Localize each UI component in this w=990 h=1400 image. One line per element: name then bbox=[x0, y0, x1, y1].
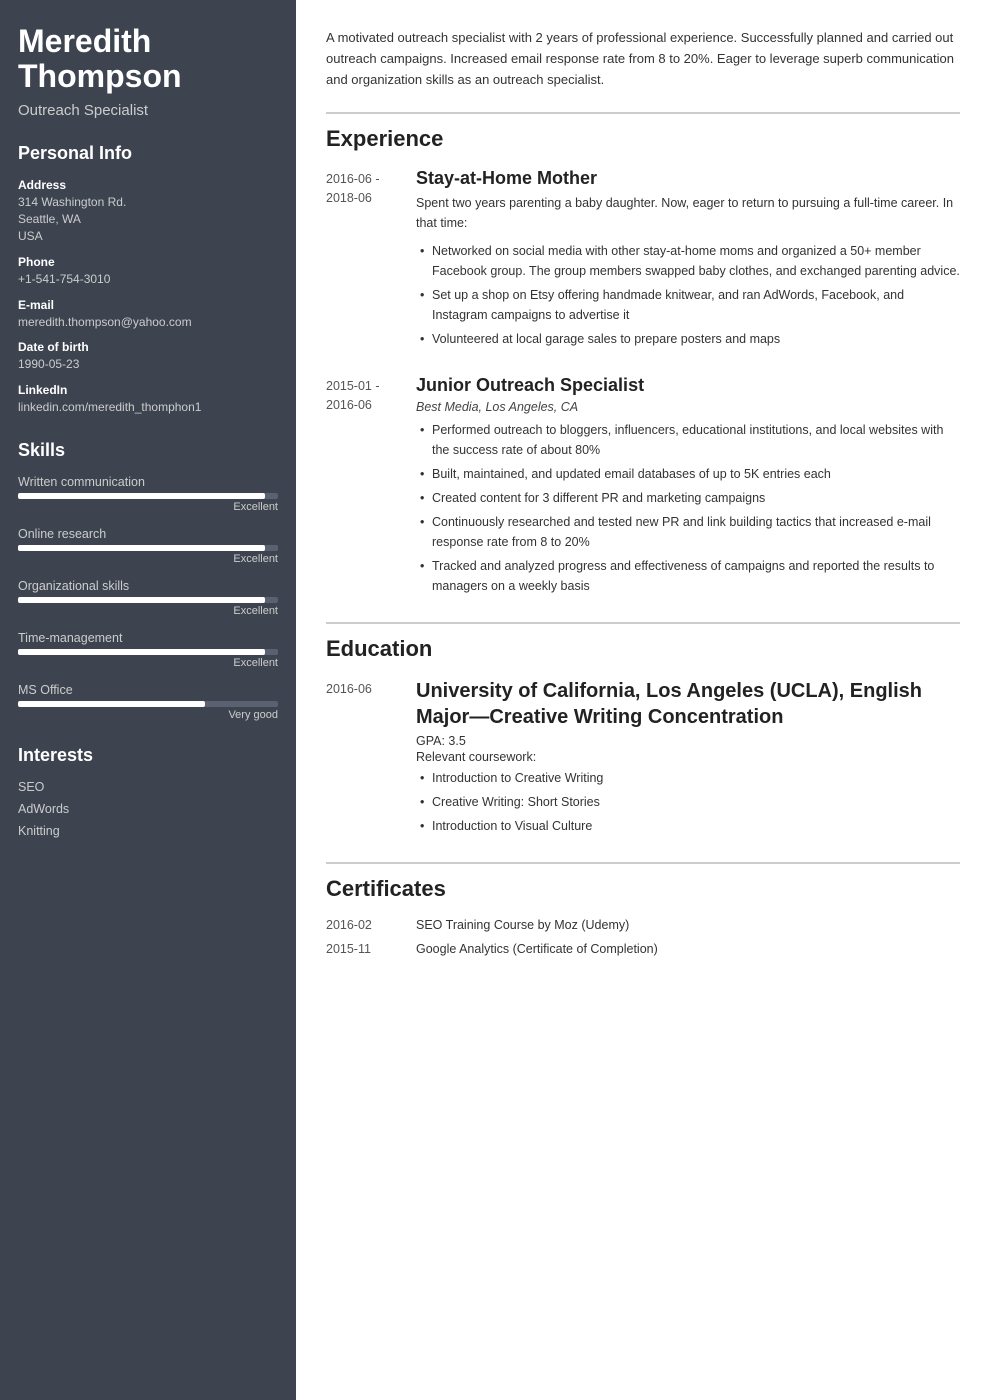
skill-item: Time-management Excellent bbox=[18, 631, 278, 669]
experience-section-title: Experience bbox=[326, 112, 960, 152]
experience-list: 2016-06 - 2018-06Stay-at-Home Mother Spen… bbox=[326, 168, 960, 600]
certificates-list: 2016-02SEO Training Course by Moz (Udemy… bbox=[326, 918, 960, 956]
edu-gpa: GPA: 3.5 bbox=[416, 734, 960, 748]
skill-bar-fill bbox=[18, 493, 265, 499]
skill-bar-container bbox=[18, 545, 278, 551]
exp-bullet: Built, maintained, and updated email dat… bbox=[416, 464, 960, 484]
personal-info-section-title: Personal Info bbox=[18, 143, 278, 164]
edu-date: 2016-06 bbox=[326, 678, 416, 840]
skill-level: Very good bbox=[18, 709, 278, 721]
experience-item: 2016-06 - 2018-06Stay-at-Home Mother Spen… bbox=[326, 168, 960, 353]
edu-coursework-item: Creative Writing: Short Stories bbox=[416, 792, 960, 812]
exp-description: Spent two years parenting a baby daughte… bbox=[416, 193, 960, 233]
interest-item: Knitting bbox=[18, 824, 278, 838]
edu-coursework-list: Introduction to Creative Writing Creative… bbox=[416, 768, 960, 836]
certificate-item: 2016-02SEO Training Course by Moz (Udemy… bbox=[326, 918, 960, 932]
education-item: 2016-06University of California, Los Ang… bbox=[326, 678, 960, 840]
edu-content: University of California, Los Angeles (U… bbox=[416, 678, 960, 840]
exp-bullet: Volunteered at local garage sales to pre… bbox=[416, 329, 960, 349]
address-label: Address bbox=[18, 178, 278, 192]
education-section-title: Education bbox=[326, 622, 960, 662]
interest-item: SEO bbox=[18, 780, 278, 794]
education-section: Education 2016-06University of Californi… bbox=[326, 622, 960, 840]
skill-bar-container bbox=[18, 701, 278, 707]
exp-job-title: Stay-at-Home Mother bbox=[416, 168, 960, 189]
exp-date: 2015-01 - 2016-06 bbox=[326, 375, 416, 600]
sidebar-title: Outreach Specialist bbox=[18, 102, 278, 119]
skill-level: Excellent bbox=[18, 605, 278, 617]
education-list: 2016-06University of California, Los Ang… bbox=[326, 678, 960, 840]
exp-bullet: Continuously researched and tested new P… bbox=[416, 512, 960, 552]
exp-bullets: Networked on social media with other sta… bbox=[416, 241, 960, 349]
exp-bullets: Performed outreach to bloggers, influenc… bbox=[416, 420, 960, 596]
exp-company: Best Media, Los Angeles, CA bbox=[416, 400, 960, 414]
exp-bullet: Networked on social media with other sta… bbox=[416, 241, 960, 281]
exp-job-title: Junior Outreach Specialist bbox=[416, 375, 960, 396]
email-value: meredith.thompson@yahoo.com bbox=[18, 314, 278, 331]
interest-item: AdWords bbox=[18, 802, 278, 816]
email-label: E-mail bbox=[18, 298, 278, 312]
exp-bullet: Set up a shop on Etsy offering handmade … bbox=[416, 285, 960, 325]
cert-date: 2015-11 bbox=[326, 942, 416, 956]
certificate-item: 2015-11Google Analytics (Certificate of … bbox=[326, 942, 960, 956]
exp-bullet: Tracked and analyzed progress and effect… bbox=[416, 556, 960, 596]
skill-bar-fill bbox=[18, 597, 265, 603]
skill-item: Organizational skills Excellent bbox=[18, 579, 278, 617]
main-content: A motivated outreach specialist with 2 y… bbox=[296, 0, 990, 1400]
skill-item: Online research Excellent bbox=[18, 527, 278, 565]
interests-list: SEO AdWords Knitting bbox=[18, 780, 278, 838]
address-line3: USA bbox=[18, 228, 278, 245]
phone-label: Phone bbox=[18, 255, 278, 269]
address-line2: Seattle, WA bbox=[18, 211, 278, 228]
certificates-section: Certificates 2016-02SEO Training Course … bbox=[326, 862, 960, 956]
summary-text: A motivated outreach specialist with 2 y… bbox=[326, 28, 960, 90]
edu-degree: University of California, Los Angeles (U… bbox=[416, 678, 960, 730]
edu-coursework-item: Introduction to Visual Culture bbox=[416, 816, 960, 836]
experience-section: Experience 2016-06 - 2018-06Stay-at-Home… bbox=[326, 112, 960, 600]
edu-coursework-label: Relevant coursework: bbox=[416, 750, 960, 764]
skill-level: Excellent bbox=[18, 657, 278, 669]
skill-item: Written communication Excellent bbox=[18, 475, 278, 513]
sidebar-name: Meredith Thompson bbox=[18, 24, 278, 94]
cert-date: 2016-02 bbox=[326, 918, 416, 932]
skill-name: Online research bbox=[18, 527, 278, 541]
dob-value: 1990-05-23 bbox=[18, 356, 278, 373]
exp-date: 2016-06 - 2018-06 bbox=[326, 168, 416, 353]
address-line1: 314 Washington Rd. bbox=[18, 194, 278, 211]
skill-item: MS Office Very good bbox=[18, 683, 278, 721]
skills-section-title: Skills bbox=[18, 440, 278, 461]
exp-content: Junior Outreach Specialist Best Media, Lo… bbox=[416, 375, 960, 600]
skill-name: Organizational skills bbox=[18, 579, 278, 593]
linkedin-value: linkedin.com/meredith_thomphon1 bbox=[18, 399, 278, 416]
sidebar: Meredith Thompson Outreach Specialist Pe… bbox=[0, 0, 296, 1400]
exp-bullet: Performed outreach to bloggers, influenc… bbox=[416, 420, 960, 460]
edu-coursework-item: Introduction to Creative Writing bbox=[416, 768, 960, 788]
interests-section-title: Interests bbox=[18, 745, 278, 766]
skill-bar-container bbox=[18, 597, 278, 603]
skills-list: Written communicationExcellentOnline res… bbox=[18, 475, 278, 721]
skill-name: MS Office bbox=[18, 683, 278, 697]
exp-content: Stay-at-Home Mother Spent two years paren… bbox=[416, 168, 960, 353]
linkedin-label: LinkedIn bbox=[18, 383, 278, 397]
cert-name: SEO Training Course by Moz (Udemy) bbox=[416, 918, 629, 932]
skill-bar-container bbox=[18, 493, 278, 499]
exp-bullet: Created content for 3 different PR and m… bbox=[416, 488, 960, 508]
certificates-section-title: Certificates bbox=[326, 862, 960, 902]
skill-name: Time-management bbox=[18, 631, 278, 645]
skill-level: Excellent bbox=[18, 553, 278, 565]
phone-value: +1-541-754-3010 bbox=[18, 271, 278, 288]
experience-item: 2015-01 - 2016-06Junior Outreach Special… bbox=[326, 375, 960, 600]
skill-bar-fill bbox=[18, 701, 205, 707]
skill-bar-fill bbox=[18, 649, 265, 655]
skill-bar-fill bbox=[18, 545, 265, 551]
skill-name: Written communication bbox=[18, 475, 278, 489]
skill-bar-container bbox=[18, 649, 278, 655]
dob-label: Date of birth bbox=[18, 340, 278, 354]
skill-level: Excellent bbox=[18, 501, 278, 513]
cert-name: Google Analytics (Certificate of Complet… bbox=[416, 942, 658, 956]
